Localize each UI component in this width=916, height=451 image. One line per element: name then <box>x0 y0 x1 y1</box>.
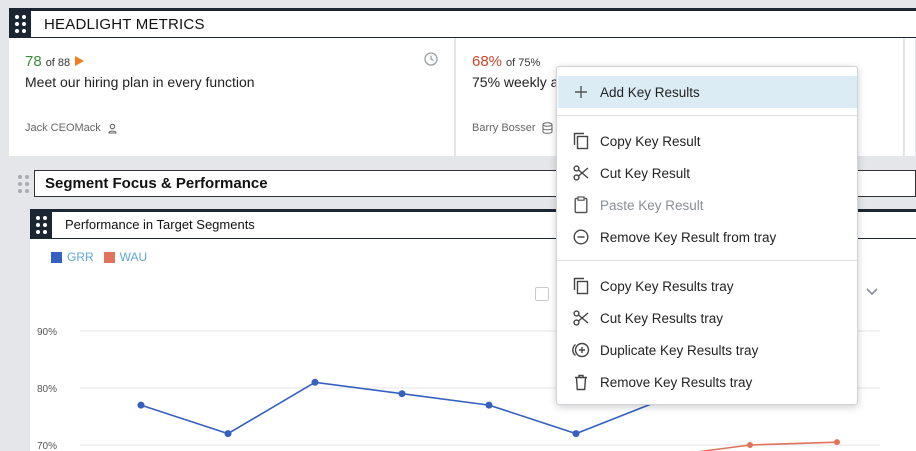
clock-icon[interactable] <box>424 52 438 66</box>
metric-description[interactable]: Meet our hiring plan in every function <box>25 74 255 90</box>
minus-circle-icon <box>570 226 592 248</box>
menu-item-label: Copy Key Results tray <box>600 278 734 294</box>
menu-item-label: Cut Key Result <box>600 165 691 181</box>
scissors-icon <box>570 307 592 329</box>
data-point[interactable] <box>485 401 493 409</box>
y-tick-label: 80% <box>37 384 57 395</box>
y-tick-label: 70% <box>37 441 57 451</box>
metric-value: 68% <box>472 53 503 70</box>
menu-item-cut-key-results-tray[interactable]: Cut Key Results tray <box>558 302 857 334</box>
data-point[interactable] <box>572 430 580 438</box>
section-title: Segment Focus & Performance <box>45 175 268 192</box>
drag-handle-icon[interactable] <box>12 171 34 197</box>
trash-icon <box>570 371 592 393</box>
metric-target: of 88 <box>45 57 71 69</box>
metric-progress: 78 of 88 <box>25 53 85 71</box>
metric-value: 78 <box>25 53 42 70</box>
menu-item-label: Paste Key Result <box>600 197 704 213</box>
flag-icon <box>75 56 85 66</box>
plus-icon <box>570 81 592 103</box>
menu-item-add-key-results[interactable]: Add Key Results <box>558 76 857 108</box>
metric-target: of 75% <box>506 57 541 69</box>
clipboard-icon <box>570 194 592 216</box>
owner-name: Barry Bosser <box>472 122 536 134</box>
data-point[interactable] <box>398 390 406 398</box>
copy-icon <box>570 130 592 152</box>
duplicate-plus-icon <box>570 339 592 361</box>
menu-item-label: Add Key Results <box>600 84 700 100</box>
owner-name: Jack CEOMack <box>25 122 101 134</box>
menu-divider <box>557 115 857 116</box>
menu-item-remove-key-results-tray[interactable]: Remove Key Results tray <box>558 366 857 398</box>
menu-item-copy-key-result[interactable]: Copy Key Result <box>558 125 857 157</box>
data-point[interactable] <box>834 439 840 446</box>
menu-divider <box>557 260 857 261</box>
data-point[interactable] <box>311 378 319 386</box>
metric-owner: Jack CEOMack <box>25 122 118 134</box>
metric-description[interactable]: 75% weekly a <box>472 74 558 90</box>
data-point[interactable] <box>747 442 753 448</box>
copy-icon <box>570 275 592 297</box>
menu-item-label: Duplicate Key Results tray <box>600 342 759 358</box>
menu-item-paste-key-result[interactable]: Paste Key Result <box>558 189 857 221</box>
data-point[interactable] <box>224 430 232 438</box>
menu-item-label: Copy Key Result <box>600 133 701 149</box>
menu-item-copy-key-results-tray[interactable]: Copy Key Results tray <box>558 270 857 302</box>
drag-handle-icon[interactable] <box>9 10 31 37</box>
context-menu: Add Key Results Copy Key Result Cut Key … <box>556 66 858 405</box>
menu-item-duplicate-key-results-tray[interactable]: Duplicate Key Results tray <box>558 334 857 366</box>
y-tick-label: 90% <box>37 327 57 338</box>
menu-item-label: Remove Key Results tray <box>600 374 753 390</box>
headlight-title: HEADLIGHT METRICS <box>44 16 205 33</box>
headlight-metrics-bar: HEADLIGHT METRICS <box>9 8 916 38</box>
menu-item-label: Remove Key Result from tray <box>600 229 777 245</box>
menu-item-label: Cut Key Results tray <box>600 310 724 326</box>
metric-card[interactable]: 78 of 88 Meet our hiring plan in every fu… <box>9 38 455 156</box>
person-icon <box>108 123 117 134</box>
menu-item-cut-key-result[interactable]: Cut Key Result <box>558 157 857 189</box>
metric-card[interactable] <box>905 38 916 156</box>
database-icon <box>542 122 553 134</box>
metric-owner: Barry Bosser <box>472 122 553 134</box>
menu-item-remove-key-result-from-tray[interactable]: Remove Key Result from tray <box>558 221 857 253</box>
scissors-icon <box>570 162 592 184</box>
data-point[interactable] <box>137 401 145 409</box>
metric-progress: 68% of 75% <box>472 53 540 71</box>
